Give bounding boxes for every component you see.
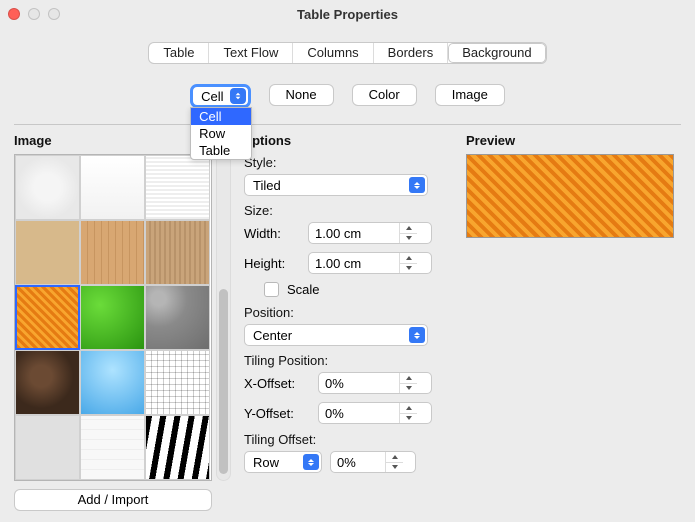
updown-caret-icon <box>230 88 246 104</box>
width-spinner[interactable] <box>308 222 432 244</box>
minimize-window-button[interactable] <box>28 8 40 20</box>
gallery-scrollbar[interactable] <box>216 154 231 481</box>
tiling-offset-axis-select[interactable]: Row <box>244 451 322 473</box>
tiling-offset-label: Tiling Offset: <box>244 432 453 447</box>
texture-swatch[interactable] <box>145 415 210 480</box>
spinner-buttons[interactable] <box>385 452 403 472</box>
add-import-button[interactable]: Add / Import <box>14 489 212 511</box>
texture-swatch[interactable] <box>80 415 145 480</box>
texture-swatch[interactable] <box>145 155 210 220</box>
preview-image <box>466 154 674 238</box>
main-content: Image <box>0 125 695 511</box>
scope-select-button[interactable]: Cell <box>190 84 250 108</box>
texture-swatch[interactable] <box>80 350 145 415</box>
close-window-button[interactable] <box>8 8 20 20</box>
tab-borders[interactable]: Borders <box>374 43 449 63</box>
height-input[interactable] <box>309 256 399 271</box>
options-column: Options Style: Tiled Size: Width: Height… <box>238 133 453 511</box>
style-select[interactable]: Tiled <box>244 174 428 196</box>
tiling-offset-spinner[interactable] <box>330 451 416 473</box>
traffic-lights <box>8 8 60 20</box>
y-offset-spinner[interactable] <box>318 402 432 424</box>
scope-option-row[interactable]: Row <box>191 125 251 142</box>
texture-swatch[interactable] <box>145 220 210 285</box>
scope-option-cell[interactable]: Cell <box>191 108 251 125</box>
position-select[interactable]: Center <box>244 324 428 346</box>
tab-columns[interactable]: Columns <box>293 43 373 63</box>
texture-swatch[interactable] <box>15 155 80 220</box>
tiling-position-label: Tiling Position: <box>244 353 453 368</box>
color-button[interactable]: Color <box>352 84 417 106</box>
size-label: Size: <box>244 203 453 218</box>
texture-swatch[interactable] <box>145 350 210 415</box>
preview-section-label: Preview <box>466 133 681 148</box>
options-section-label: Options <box>242 133 453 148</box>
zoom-window-button[interactable] <box>48 8 60 20</box>
texture-swatch[interactable] <box>15 415 80 480</box>
y-offset-label: Y-Offset: <box>244 406 310 421</box>
tab-background[interactable]: Background <box>448 43 545 63</box>
tiling-offset-input[interactable] <box>331 455 385 470</box>
tiling-offset-axis-value: Row <box>253 455 279 470</box>
texture-swatch[interactable] <box>15 350 80 415</box>
style-select-value: Tiled <box>253 178 281 193</box>
height-spinner[interactable] <box>308 252 432 274</box>
updown-caret-icon <box>409 177 425 193</box>
scale-label: Scale <box>287 282 320 297</box>
texture-swatch[interactable] <box>80 155 145 220</box>
texture-swatch[interactable] <box>15 220 80 285</box>
texture-swatch-selected[interactable] <box>15 285 80 350</box>
updown-caret-icon <box>409 327 425 343</box>
position-label: Position: <box>244 305 453 320</box>
style-label: Style: <box>244 155 453 170</box>
texture-swatch[interactable] <box>80 285 145 350</box>
image-button[interactable]: Image <box>435 84 505 106</box>
scope-dropdown-menu: Cell Row Table <box>190 107 252 160</box>
x-offset-label: X-Offset: <box>244 376 310 391</box>
tab-bar: Table Text Flow Columns Borders Backgrou… <box>0 42 695 64</box>
scope-select[interactable]: Cell Cell Row Table <box>190 84 250 108</box>
height-label: Height: <box>244 256 300 271</box>
spinner-buttons[interactable] <box>399 373 417 393</box>
y-offset-input[interactable] <box>319 406 399 421</box>
none-button[interactable]: None <box>269 84 334 106</box>
titlebar: Table Properties <box>0 0 695 28</box>
scale-checkbox[interactable] <box>264 282 279 297</box>
texture-swatch[interactable] <box>145 285 210 350</box>
scope-option-table[interactable]: Table <box>191 142 251 159</box>
x-offset-spinner[interactable] <box>318 372 432 394</box>
scrollbar-thumb[interactable] <box>219 289 228 474</box>
x-offset-input[interactable] <box>319 376 399 391</box>
scope-select-value: Cell <box>201 89 223 104</box>
width-label: Width: <box>244 226 300 241</box>
preview-column: Preview <box>466 133 681 511</box>
spinner-buttons[interactable] <box>399 253 417 273</box>
tab-segmented-control: Table Text Flow Columns Borders Backgrou… <box>148 42 546 64</box>
texture-swatch[interactable] <box>80 220 145 285</box>
tab-text-flow[interactable]: Text Flow <box>209 43 293 63</box>
updown-caret-icon <box>303 454 319 470</box>
position-select-value: Center <box>253 328 292 343</box>
image-column: Image <box>14 133 232 511</box>
image-gallery[interactable] <box>14 154 212 481</box>
scope-row: Cell Cell Row Table None Color Image <box>0 84 695 108</box>
width-input[interactable] <box>309 226 399 241</box>
spinner-buttons[interactable] <box>399 403 417 423</box>
spinner-buttons[interactable] <box>399 223 417 243</box>
tab-table[interactable]: Table <box>149 43 209 63</box>
window-title: Table Properties <box>0 7 695 22</box>
